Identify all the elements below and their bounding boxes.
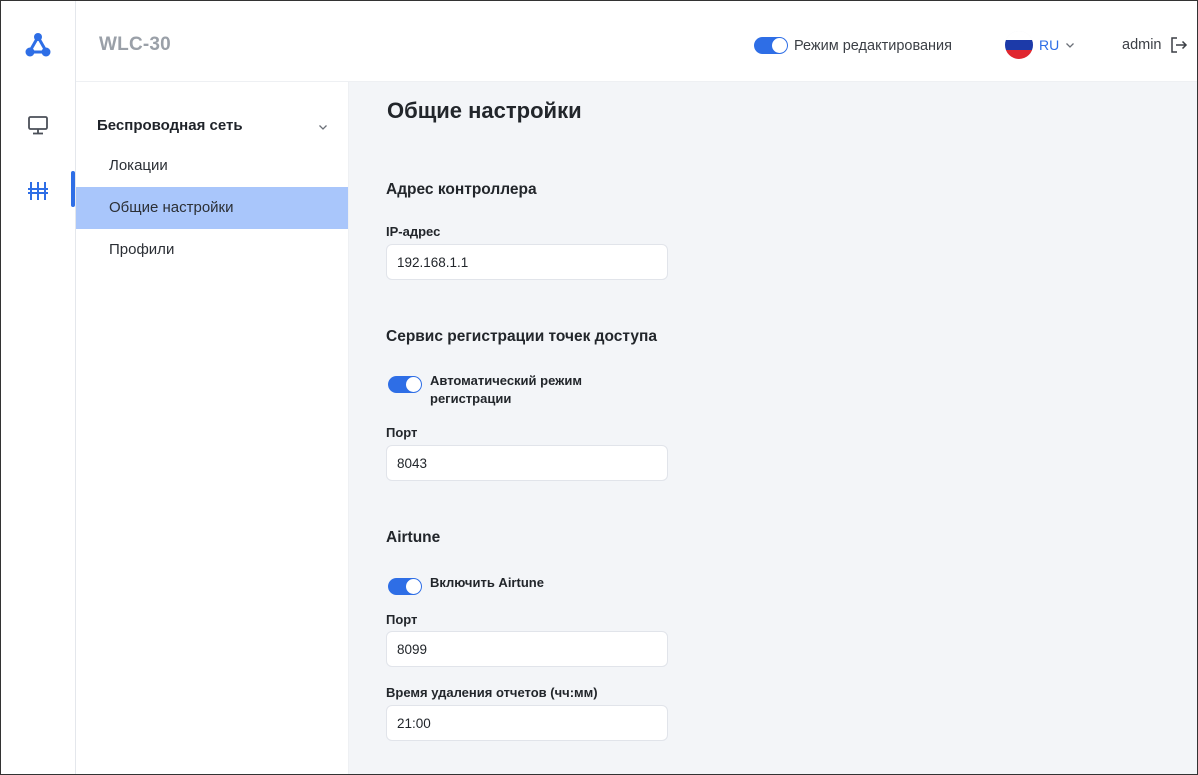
chevron-down-icon bbox=[1066, 43, 1075, 48]
report-time-label: Время удаления отчетов (чч:мм) bbox=[386, 685, 598, 700]
sidebar-group-wireless[interactable]: Беспроводная сеть bbox=[76, 112, 348, 142]
ip-address-input[interactable] bbox=[386, 244, 668, 280]
user-area: admin bbox=[1122, 36, 1188, 54]
rail-item-wireless[interactable] bbox=[1, 171, 75, 211]
airtune-port-input[interactable] bbox=[386, 631, 668, 667]
sidebar-item-general-settings[interactable]: Общие настройки bbox=[76, 187, 348, 229]
sidebar-item-label: Профили bbox=[109, 241, 175, 258]
registration-port-label: Порт bbox=[386, 425, 418, 440]
sidebar-item-profiles[interactable]: Профили bbox=[76, 229, 348, 271]
logout-button[interactable] bbox=[1170, 36, 1188, 54]
active-indicator bbox=[71, 171, 75, 207]
app-window: WLC-30 Режим редактирования RU admin Бес… bbox=[0, 0, 1198, 775]
flag-ru-icon bbox=[1005, 31, 1033, 59]
main-content: Общие настройки Адрес контроллера IP-адр… bbox=[349, 82, 1197, 774]
user-name: admin bbox=[1122, 37, 1162, 53]
top-header: WLC-30 Режим редактирования RU admin bbox=[76, 1, 1197, 82]
auto-registration-label: Автоматический режим регистрации bbox=[430, 372, 582, 408]
monitor-icon bbox=[28, 116, 48, 135]
sidebar-item-locations[interactable]: Локации bbox=[76, 145, 348, 187]
page-title: Общие настройки bbox=[387, 98, 582, 123]
auto-registration-toggle[interactable]: Автоматический режим регистрации bbox=[388, 372, 582, 408]
airtune-enable-toggle[interactable]: Включить Airtune bbox=[388, 574, 544, 595]
airtune-enable-switch[interactable] bbox=[388, 578, 422, 595]
language-selector[interactable]: RU bbox=[1005, 31, 1075, 59]
language-label: RU bbox=[1039, 37, 1060, 53]
ip-address-label: IP-адрес bbox=[386, 224, 441, 239]
edit-mode-label: Режим редактирования bbox=[794, 37, 953, 54]
network-logo-icon[interactable] bbox=[24, 31, 52, 59]
section-title-controller: Адрес контроллера bbox=[386, 181, 537, 198]
report-time-input[interactable] bbox=[386, 705, 668, 741]
airtune-port-label: Порт bbox=[386, 612, 418, 627]
registration-port-input[interactable] bbox=[386, 445, 668, 481]
edit-mode-toggle[interactable]: Режим редактирования bbox=[754, 37, 952, 54]
section-title-registration: Сервис регистрации точек доступа bbox=[386, 328, 657, 345]
app-title: WLC-30 bbox=[99, 34, 171, 55]
auto-registration-label-line1: Автоматический режим bbox=[430, 373, 582, 388]
auto-registration-switch[interactable] bbox=[388, 376, 422, 393]
rail-item-monitoring[interactable] bbox=[1, 105, 75, 145]
sidebar-item-label: Общие настройки bbox=[109, 199, 234, 216]
edit-mode-switch[interactable] bbox=[754, 37, 788, 54]
auto-registration-label-line2: регистрации bbox=[430, 391, 512, 406]
sidebar-item-label: Локации bbox=[109, 157, 168, 174]
icon-rail bbox=[1, 1, 76, 774]
sidebar: Беспроводная сеть Локации Общие настройк… bbox=[76, 82, 349, 774]
chevron-down-icon bbox=[319, 125, 327, 130]
equalizer-icon bbox=[28, 182, 48, 200]
sidebar-group-label: Беспроводная сеть bbox=[97, 117, 243, 134]
airtune-enable-label: Включить Airtune bbox=[430, 575, 544, 590]
section-title-airtune: Airtune bbox=[386, 529, 441, 546]
logout-icon bbox=[1170, 37, 1187, 53]
